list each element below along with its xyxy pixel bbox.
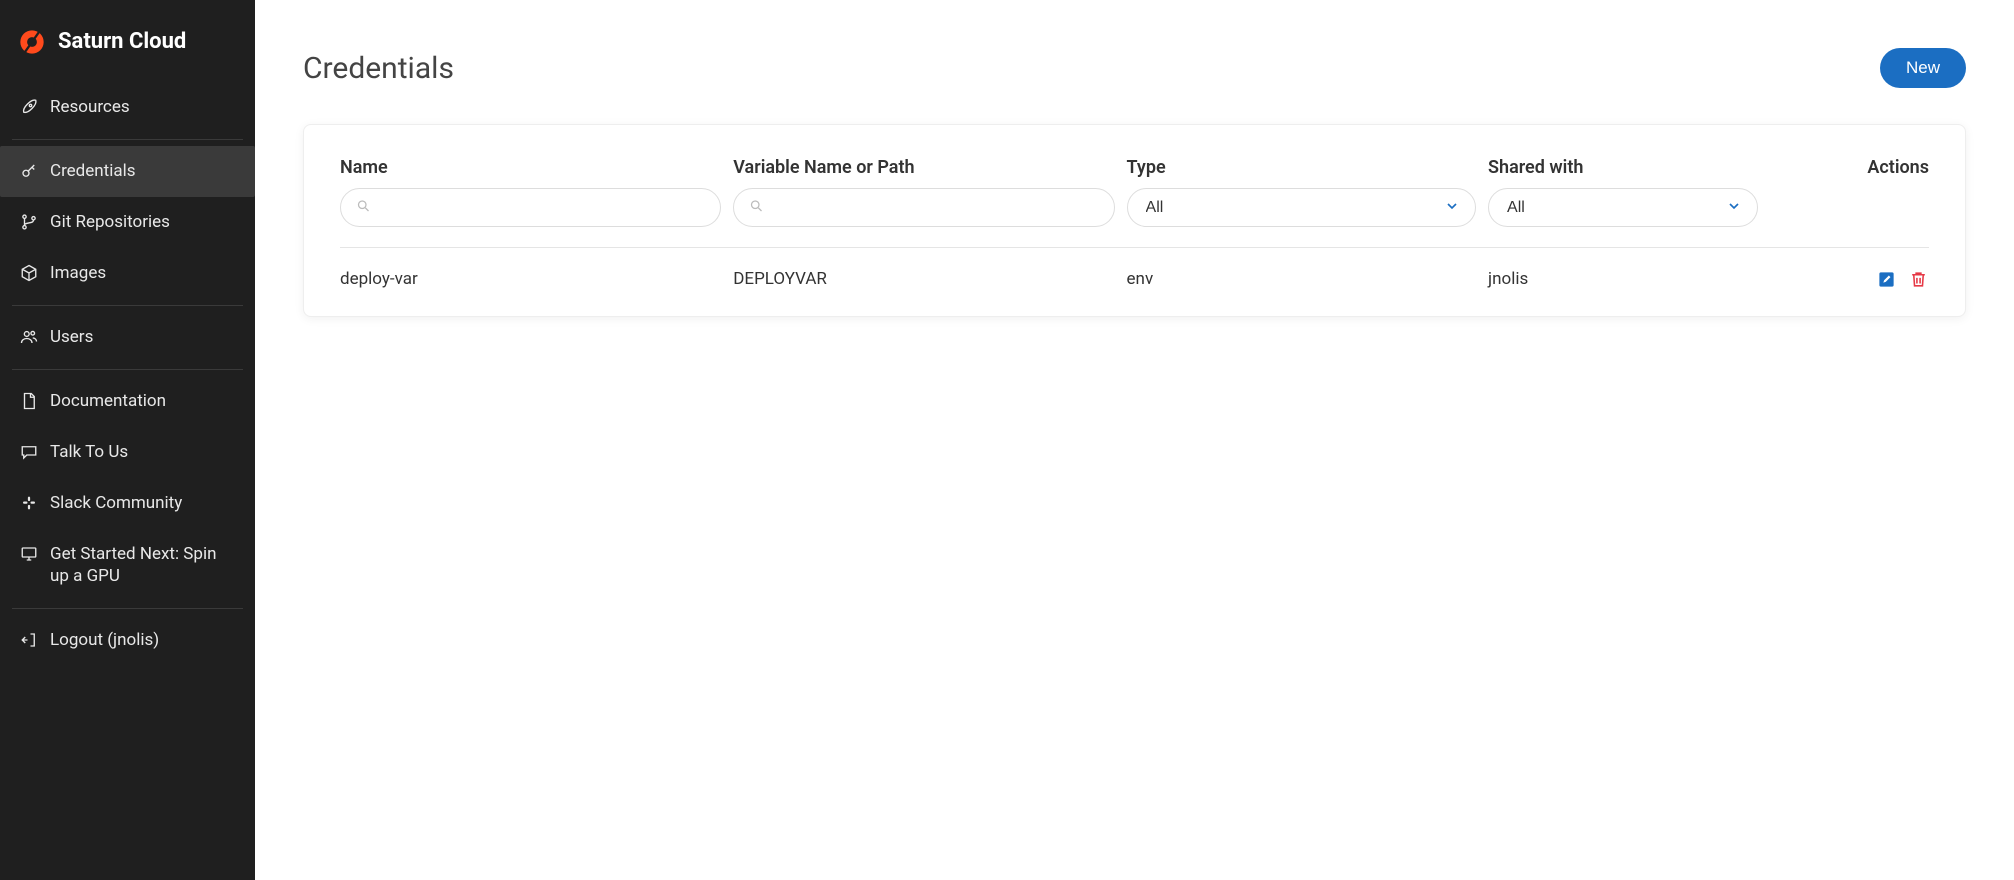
users-icon bbox=[20, 328, 38, 346]
sidebar-item-label: Logout (jnolis) bbox=[50, 629, 235, 652]
filters-row: All All bbox=[340, 188, 1929, 248]
sidebar-item-logout[interactable]: Logout (jnolis) bbox=[12, 615, 243, 666]
sidebar-item-label: Documentation bbox=[50, 390, 235, 413]
file-icon bbox=[20, 392, 38, 410]
table-row: deploy-var DEPLOYVAR env jnolis bbox=[340, 248, 1929, 296]
col-actions-label: Actions bbox=[1770, 157, 1929, 178]
delete-button[interactable] bbox=[1907, 268, 1929, 290]
logout-icon bbox=[20, 631, 38, 649]
brand[interactable]: Saturn Cloud bbox=[0, 16, 255, 76]
sidebar-item-git-repositories[interactable]: Git Repositories bbox=[12, 197, 243, 248]
key-icon bbox=[20, 162, 38, 180]
cube-icon bbox=[20, 264, 38, 282]
cell-type: env bbox=[1127, 269, 1477, 289]
search-icon bbox=[356, 198, 371, 217]
edit-icon bbox=[1877, 270, 1896, 289]
type-filter-wrap: All bbox=[1127, 188, 1477, 227]
credentials-table: Name Variable Name or Path Type Shared w… bbox=[340, 157, 1929, 296]
col-variable-label: Variable Name or Path bbox=[733, 157, 1114, 178]
sidebar-item-label: Resources bbox=[50, 96, 235, 119]
sidebar-item-get-started-next[interactable]: Get Started Next: Spin up a GPU bbox=[12, 529, 243, 603]
monitor-icon bbox=[20, 545, 38, 563]
trash-icon bbox=[1909, 270, 1928, 289]
table-header: Name Variable Name or Path Type Shared w… bbox=[340, 157, 1929, 188]
shared-filter-wrap: All bbox=[1488, 188, 1758, 227]
git-branch-icon bbox=[20, 213, 38, 231]
filter-spacer bbox=[1770, 188, 1929, 227]
name-filter-input[interactable] bbox=[340, 188, 721, 227]
sidebar-item-slack-community[interactable]: Slack Community bbox=[12, 478, 243, 529]
col-name-label: Name bbox=[340, 157, 721, 178]
sidebar: Saturn Cloud Resources Credentials Git R… bbox=[0, 0, 255, 880]
chat-icon bbox=[20, 443, 38, 461]
page-header: Credentials New bbox=[303, 48, 1966, 88]
main-content: Credentials New Name Variable Name or Pa… bbox=[255, 0, 2014, 880]
sidebar-item-images[interactable]: Images bbox=[12, 248, 243, 299]
brand-name: Saturn Cloud bbox=[58, 29, 186, 54]
saturn-logo-icon bbox=[18, 28, 46, 56]
nav-group-3: Documentation Talk To Us Slack Community… bbox=[12, 370, 243, 610]
sidebar-item-label: Users bbox=[50, 326, 235, 349]
sidebar-item-documentation[interactable]: Documentation bbox=[12, 376, 243, 427]
type-filter-select[interactable]: All bbox=[1127, 188, 1477, 227]
slack-icon bbox=[20, 494, 38, 512]
variable-filter-wrap bbox=[733, 188, 1114, 227]
edit-button[interactable] bbox=[1875, 268, 1897, 290]
cell-variable: DEPLOYVAR bbox=[733, 269, 1114, 289]
name-filter-wrap bbox=[340, 188, 721, 227]
sidebar-item-talk-to-us[interactable]: Talk To Us bbox=[12, 427, 243, 478]
new-button[interactable]: New bbox=[1880, 48, 1966, 88]
search-icon bbox=[749, 198, 764, 217]
sidebar-item-label: Slack Community bbox=[50, 492, 235, 515]
sidebar-item-label: Talk To Us bbox=[50, 441, 235, 464]
shared-filter-select[interactable]: All bbox=[1488, 188, 1758, 227]
sidebar-item-label: Images bbox=[50, 262, 235, 285]
col-shared-label: Shared with bbox=[1488, 157, 1758, 178]
sidebar-item-label: Get Started Next: Spin up a GPU bbox=[50, 543, 235, 589]
variable-filter-input[interactable] bbox=[733, 188, 1114, 227]
sidebar-item-label: Git Repositories bbox=[50, 211, 235, 234]
nav-group-4: Logout (jnolis) bbox=[12, 609, 243, 672]
sidebar-item-users[interactable]: Users bbox=[12, 312, 243, 363]
cell-shared: jnolis bbox=[1488, 269, 1758, 289]
cell-actions bbox=[1770, 268, 1929, 290]
nav-group-0: Resources bbox=[12, 76, 243, 140]
sidebar-item-resources[interactable]: Resources bbox=[12, 82, 243, 133]
rocket-icon bbox=[20, 98, 38, 116]
credentials-card: Name Variable Name or Path Type Shared w… bbox=[303, 124, 1966, 317]
page-title: Credentials bbox=[303, 51, 454, 86]
nav-group-2: Users bbox=[12, 306, 243, 370]
nav-group-1: Credentials Git Repositories Images bbox=[12, 140, 243, 306]
cell-name: deploy-var bbox=[340, 269, 721, 289]
col-type-label: Type bbox=[1127, 157, 1477, 178]
sidebar-item-label: Credentials bbox=[50, 160, 235, 183]
sidebar-item-credentials[interactable]: Credentials bbox=[0, 146, 255, 197]
